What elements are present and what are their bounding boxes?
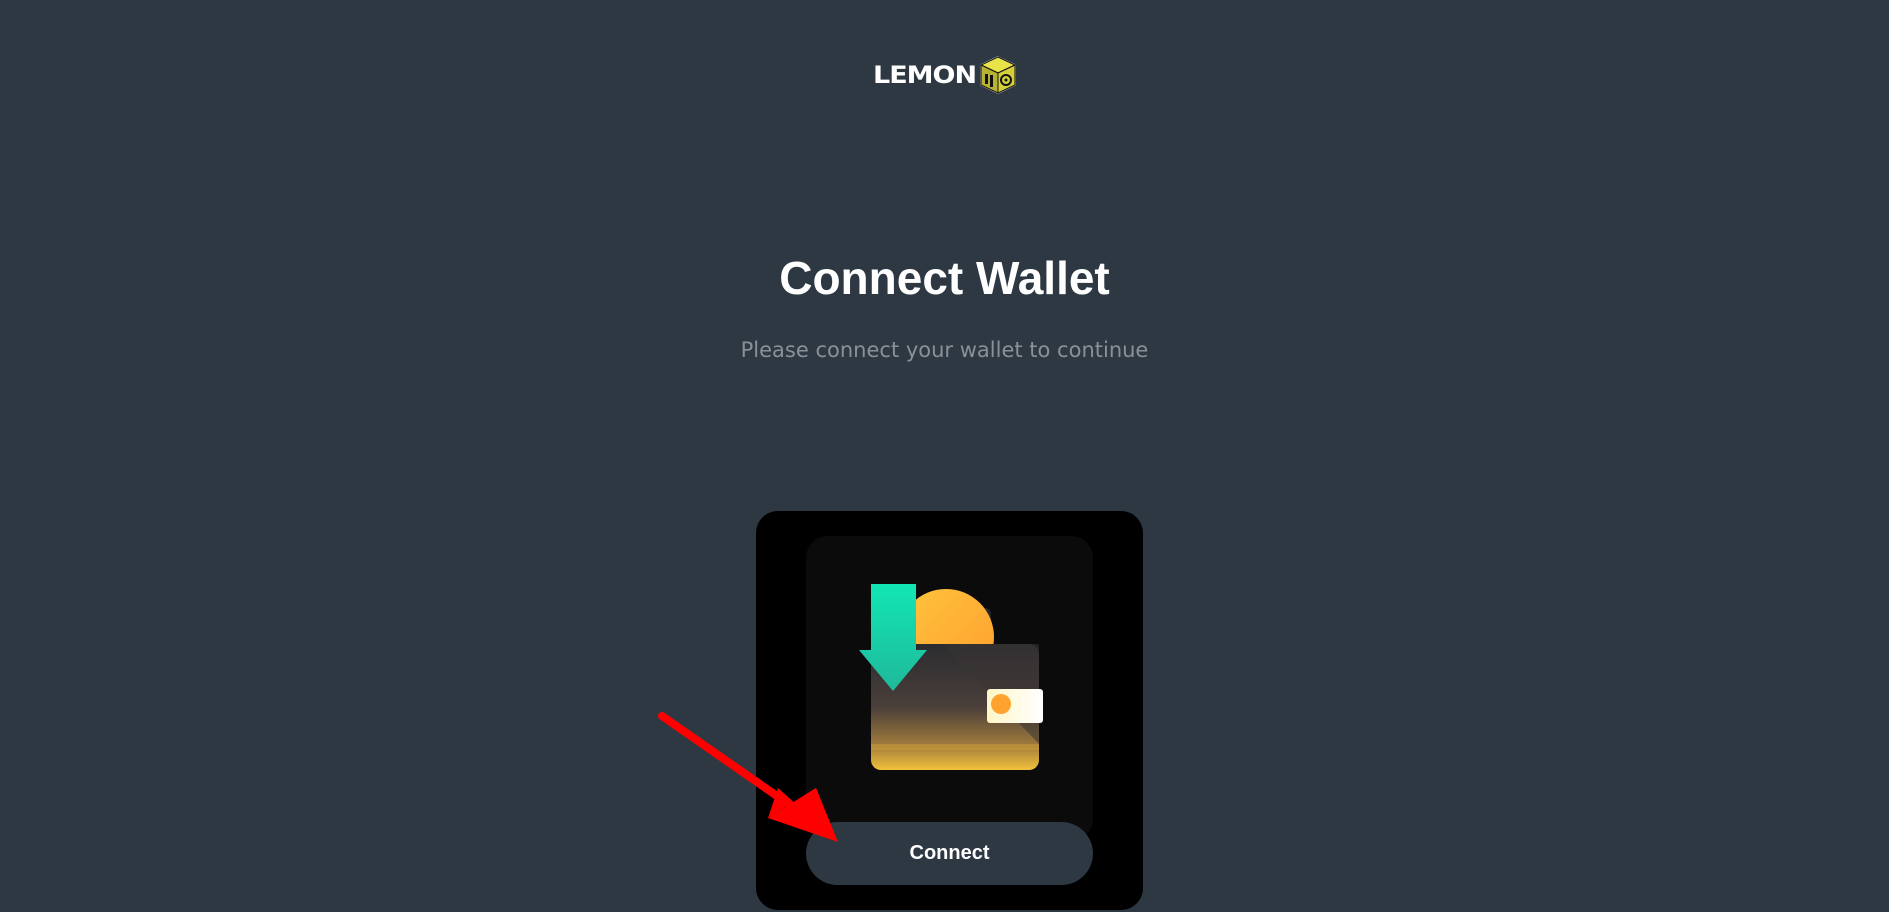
connect-button[interactable]: Connect (806, 822, 1093, 885)
illustration-panel (806, 536, 1093, 841)
cube-icon (979, 56, 1017, 94)
page-title: Connect Wallet (779, 252, 1110, 304)
connect-wallet-page: LEMON Connect Wallet Please connect your… (0, 0, 1889, 912)
wallet-card: Connect (756, 511, 1143, 910)
brand-logo[interactable]: LEMON (873, 54, 1023, 96)
page-subtitle: Please connect your wallet to continue (740, 338, 1149, 362)
logo-text: LEMON (873, 61, 977, 89)
wallet-download-icon (859, 584, 1043, 770)
